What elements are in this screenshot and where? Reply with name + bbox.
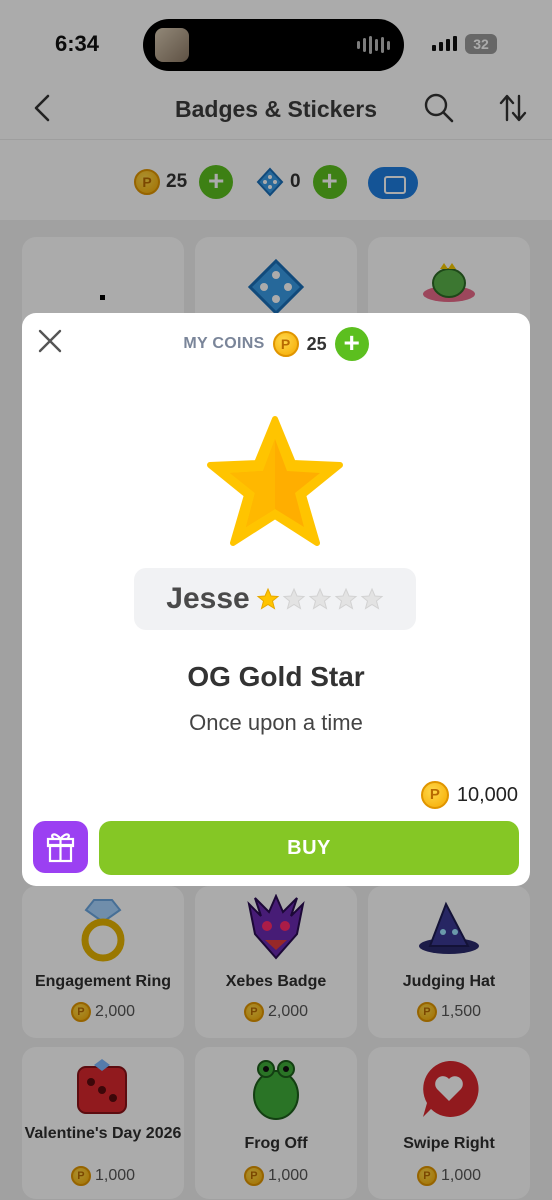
purchase-modal: MY COINS P 25 + Jesse OG Gold Star Once … [22,313,530,886]
rating-star-empty-icon [282,587,306,610]
rating-star-filled-icon [256,587,280,610]
my-coins: MY COINS P 25 + [22,327,530,361]
rating-star-empty-icon [360,587,384,610]
buy-button[interactable]: BUY [99,821,519,875]
my-coins-label: MY COINS [183,335,265,352]
badge-description: Once upon a time [189,710,363,735]
coin-icon: P [272,331,299,357]
gold-star-icon [207,416,343,546]
gift-button[interactable] [33,821,88,873]
price-value: 10,000 [456,783,518,806]
badge-preview: Jesse [134,568,416,630]
badge-price: P 10,000 [420,781,518,809]
gift-icon [46,833,75,863]
rating-star-empty-icon [308,587,332,610]
rating-star-empty-icon [334,587,358,610]
coin-icon: P [420,781,449,809]
rating-stars [256,587,384,611]
badge-name: OG Gold Star [187,661,365,692]
add-coins-button[interactable]: + [334,327,369,361]
preview-username: Jesse [166,582,250,615]
my-coins-value: 25 [306,333,327,354]
